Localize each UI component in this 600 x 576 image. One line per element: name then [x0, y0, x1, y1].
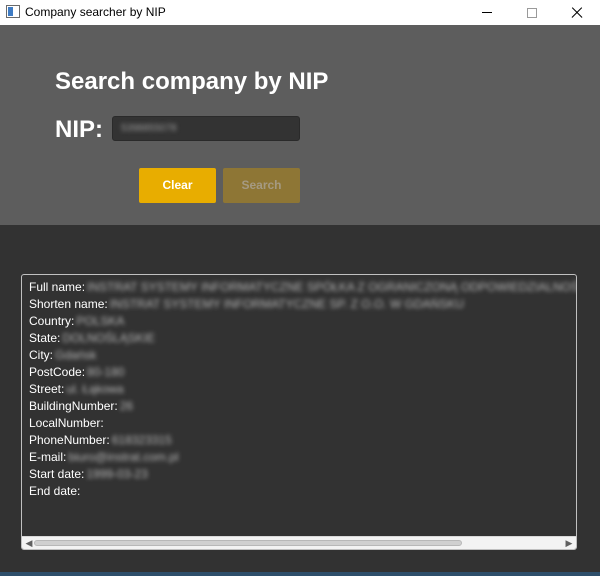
nip-input-value: 5398855078 [121, 123, 177, 134]
result-label: End date: [29, 484, 81, 498]
search-button[interactable]: Search [223, 168, 300, 203]
result-row: Start date: 1999-03-23 [29, 466, 576, 483]
results-list: Full name: INSTRAT SYSTEMY INFORMATYCZNE … [29, 279, 577, 500]
result-row: Country: POLSKA [29, 313, 576, 330]
result-label: Country: [29, 314, 75, 328]
results-text-area[interactable]: Full name: INSTRAT SYSTEMY INFORMATYCZNE … [21, 274, 577, 550]
result-label: Shorten name: [29, 297, 108, 311]
result-row: Shorten name: INSTRAT SYSTEMY INFORMATYCZ… [29, 296, 576, 313]
result-label: LocalNumber: [29, 416, 104, 430]
result-label: State: [29, 331, 61, 345]
result-value: 80-180 [87, 365, 125, 379]
app-window-icon [6, 5, 20, 18]
minimize-button[interactable] [464, 0, 510, 25]
result-value: 618323315 [111, 433, 172, 447]
result-row: PhoneNumber: 618323315 [29, 432, 576, 449]
result-row: Street: ul. Łąkowa [29, 381, 576, 398]
result-value: POLSKA [76, 314, 125, 328]
nip-input[interactable]: 5398855078 [112, 116, 300, 141]
scrollbar-thumb[interactable] [34, 540, 462, 546]
nip-label: NIP: [55, 116, 103, 143]
result-value: INSTRAT SYSTEMY INFORMATYCZNE SP. Z O.O.… [109, 297, 464, 311]
result-value: 1999-03-23 [86, 467, 148, 481]
window-title: Company searcher by NIP [25, 5, 166, 19]
title-bar: Company searcher by NIP [0, 0, 600, 25]
result-row: State: DOLNOŚLĄSKIE [29, 330, 576, 347]
result-value: biuro@instrat.com.pl [68, 450, 179, 464]
result-label: PostCode: [29, 365, 86, 379]
scroll-right-icon[interactable]: ▶ [563, 538, 575, 548]
result-value: 26 [119, 399, 134, 413]
result-row: LocalNumber: [29, 415, 576, 432]
maximize-button[interactable] [509, 0, 555, 25]
search-panel: Search company by NIP NIP: 5398855078 Cl… [0, 25, 600, 225]
result-row: City: Gdańsk [29, 347, 576, 364]
horizontal-scrollbar[interactable]: ◀ ▶ [22, 536, 576, 549]
maximize-icon [527, 7, 537, 18]
clear-button[interactable]: Clear [139, 168, 216, 203]
result-value: Gdańsk [55, 348, 97, 362]
result-value: ul. Łąkowa [66, 382, 124, 396]
close-icon [570, 6, 584, 20]
window-bottom-border [0, 572, 600, 576]
result-label: BuildingNumber: [29, 399, 118, 413]
close-button[interactable] [554, 0, 600, 25]
result-row: End date: [29, 483, 576, 500]
result-row: E-mail: biuro@instrat.com.pl [29, 449, 576, 466]
result-row: Full name: INSTRAT SYSTEMY INFORMATYCZNE … [29, 279, 577, 296]
result-label: Full name: [29, 280, 86, 294]
result-row: PostCode: 80-180 [29, 364, 576, 381]
result-value: DOLNOŚLĄSKIE [62, 331, 156, 345]
result-row: BuildingNumber: 26 [29, 398, 576, 415]
result-label: E-mail: [29, 450, 67, 464]
page-heading: Search company by NIP [55, 68, 329, 95]
result-label: PhoneNumber: [29, 433, 110, 447]
result-label: City: [29, 348, 53, 362]
result-label: Street: [29, 382, 65, 396]
result-value: INSTRAT SYSTEMY INFORMATYCZNE SPÓŁKA Z O… [87, 280, 577, 294]
minimize-icon [482, 12, 492, 13]
result-label: Start date: [29, 467, 85, 481]
